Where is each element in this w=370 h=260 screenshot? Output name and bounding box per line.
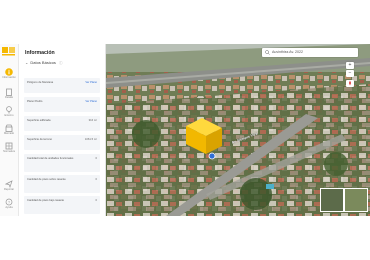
info-row: Cantidad total de unidades funcionales 0 bbox=[24, 154, 100, 172]
row-value: 0 bbox=[95, 157, 98, 160]
info-row: Superficie edificada 316 m² bbox=[24, 116, 100, 131]
search-icon bbox=[265, 50, 270, 55]
building-icon bbox=[6, 88, 12, 96]
info-outline-icon: ⓘ bbox=[59, 61, 63, 65]
zoom-in-button[interactable]: + bbox=[346, 62, 354, 69]
send-icon bbox=[5, 180, 13, 188]
ver-plano-link[interactable]: Ver Plano bbox=[85, 100, 97, 103]
help-icon: ? bbox=[5, 198, 13, 206]
info-icon bbox=[5, 68, 13, 76]
rail-item-label: Normativa bbox=[3, 150, 15, 153]
panel-title: Información bbox=[25, 50, 55, 56]
row-key: Superficie edificada bbox=[27, 119, 51, 122]
rail-item-label: Mercado bbox=[3, 132, 15, 135]
rail-item-label: Reportar bbox=[3, 188, 15, 191]
tree-icon bbox=[6, 106, 12, 114]
row-value: 316 m² bbox=[88, 119, 97, 122]
compass-icon bbox=[349, 80, 351, 86]
search-input[interactable]: Auvinthiss Av. 2022 bbox=[272, 50, 303, 54]
rail-item-normativa[interactable]: Normativa bbox=[0, 142, 18, 158]
rail-item-detalle[interactable]: Detalle bbox=[0, 88, 18, 104]
rail-item-ayuda[interactable]: ? Ayuda bbox=[0, 198, 18, 214]
satellite-layer-toggle[interactable] bbox=[320, 188, 344, 212]
rail-item-entorno[interactable]: Entorno bbox=[0, 106, 18, 122]
rail-item-reportar[interactable]: Reportar bbox=[0, 180, 18, 196]
chevron-down-icon: ⌄ bbox=[25, 60, 29, 65]
svg-text:?: ? bbox=[8, 200, 11, 205]
info-row: Plano Predio Ver Plano bbox=[24, 97, 100, 112]
info-row: Cantidad de pisos bajo rasante 0 bbox=[24, 196, 100, 214]
row-value: 1061.5 m² bbox=[84, 138, 97, 141]
app-logo bbox=[2, 47, 15, 56]
address-search-box[interactable]: Auvinthiss Av. 2022 bbox=[262, 48, 358, 57]
row-key: Plano Predio bbox=[27, 100, 43, 103]
grid-icon bbox=[5, 142, 13, 150]
store-icon bbox=[5, 124, 13, 132]
rail-item-label: Detalle bbox=[4, 96, 14, 99]
rail-item-mercado[interactable]: Mercado bbox=[0, 124, 18, 140]
app-window: Información Detalle Entorno Mercado Norm… bbox=[0, 44, 370, 216]
rail-item-label: Información bbox=[2, 76, 16, 79]
rail-item-label: Ayuda bbox=[5, 206, 13, 209]
info-row: Superficie de terreno 1061.5 m² bbox=[24, 135, 100, 150]
info-panel: Información ⌄ Datos Básicos ⓘ Polígono de… bbox=[19, 44, 106, 216]
row-key: Cantidad de pisos sobre rasante bbox=[27, 178, 66, 181]
info-row: Polígono de Manzana Ver Plano bbox=[24, 78, 100, 93]
location-pin-icon[interactable] bbox=[208, 152, 216, 160]
info-row: Cantidad de pisos sobre rasante 0 bbox=[24, 175, 100, 193]
rail-item-label: Entorno bbox=[4, 114, 14, 117]
row-value: 0 bbox=[95, 178, 98, 181]
row-key: Polígono de Manzana bbox=[27, 81, 54, 84]
rail-item-informacion[interactable]: Información bbox=[0, 68, 18, 84]
left-rail: Información Detalle Entorno Mercado Norm… bbox=[0, 44, 19, 216]
map-layer-toggle[interactable] bbox=[344, 188, 368, 212]
compass-button[interactable] bbox=[346, 80, 354, 87]
row-value: 0 bbox=[95, 199, 98, 202]
row-key: Superficie de terreno bbox=[27, 138, 52, 141]
map-view[interactable]: Av. Siempre Viva Auvinthiss Av. 2022 + − bbox=[106, 44, 370, 216]
section-title: Datos Básicos bbox=[30, 60, 56, 65]
zoom-out-button[interactable]: − bbox=[346, 70, 354, 77]
section-toggle-datos-basicos[interactable]: ⌄ Datos Básicos ⓘ bbox=[25, 60, 62, 65]
row-key: Cantidad total de unidades funcionales bbox=[27, 157, 74, 160]
ver-plano-link[interactable]: Ver Plano bbox=[85, 81, 97, 84]
row-key: Cantidad de pisos bajo rasante bbox=[27, 199, 65, 202]
